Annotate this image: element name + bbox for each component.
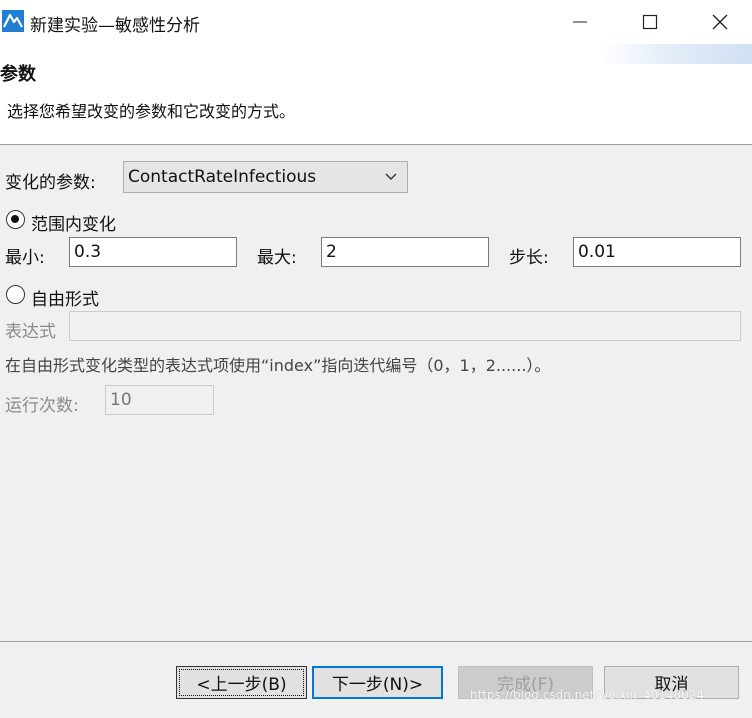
banner-decoration — [602, 44, 752, 64]
minimize-button[interactable] — [557, 0, 603, 44]
maximize-button[interactable] — [627, 0, 673, 44]
expression-input[interactable] — [69, 311, 741, 341]
min-label: 最小: — [5, 248, 45, 268]
chevron-down-icon — [385, 173, 397, 180]
range-mode-label: 范围内变化 — [31, 215, 116, 235]
range-mode-radio[interactable] — [6, 210, 25, 229]
parameter-select[interactable]: ContactRateInfectious — [123, 161, 408, 193]
index-hint: 在自由形式变化类型的表达式项使用“index”指向迭代编号（0，1，2.....… — [5, 356, 551, 375]
page-description: 选择您希望改变的参数和它改变的方式。 — [7, 102, 296, 121]
window-title: 新建实验—敏感性分析 — [30, 16, 200, 36]
runs-label: 运行次数: — [5, 396, 79, 416]
step-label: 步长: — [509, 248, 549, 268]
watermark: https://blog.csdn.net/weixin_40148024 — [470, 688, 705, 702]
min-input[interactable]: 0.3 — [69, 237, 237, 267]
parameter-label: 变化的参数: — [5, 173, 96, 193]
freeform-mode-label: 自由形式 — [31, 290, 99, 310]
wizard-header: 参数 选择您希望改变的参数和它改变的方式。 — [0, 44, 752, 145]
runs-input[interactable]: 10 — [105, 385, 214, 415]
back-button[interactable]: <上一步(B) — [176, 666, 307, 699]
footer-divider — [0, 641, 752, 642]
radio-selected-dot — [11, 215, 19, 223]
minimize-icon — [573, 21, 587, 23]
next-button[interactable]: 下一步(N)> — [312, 666, 443, 699]
anylogic-logo-icon — [2, 10, 24, 32]
max-input[interactable]: 2 — [321, 237, 489, 267]
parameter-select-value: ContactRateInfectious — [128, 167, 317, 187]
page-title: 参数 — [0, 64, 36, 85]
step-input[interactable]: 0.01 — [573, 237, 741, 267]
title-bar: 新建实验—敏感性分析 — [0, 0, 752, 44]
close-icon — [712, 14, 728, 30]
freeform-mode-radio[interactable] — [6, 285, 25, 304]
close-button[interactable] — [697, 0, 743, 44]
expression-label: 表达式 — [5, 322, 56, 342]
max-label: 最大: — [257, 248, 297, 268]
maximize-icon — [642, 14, 658, 30]
